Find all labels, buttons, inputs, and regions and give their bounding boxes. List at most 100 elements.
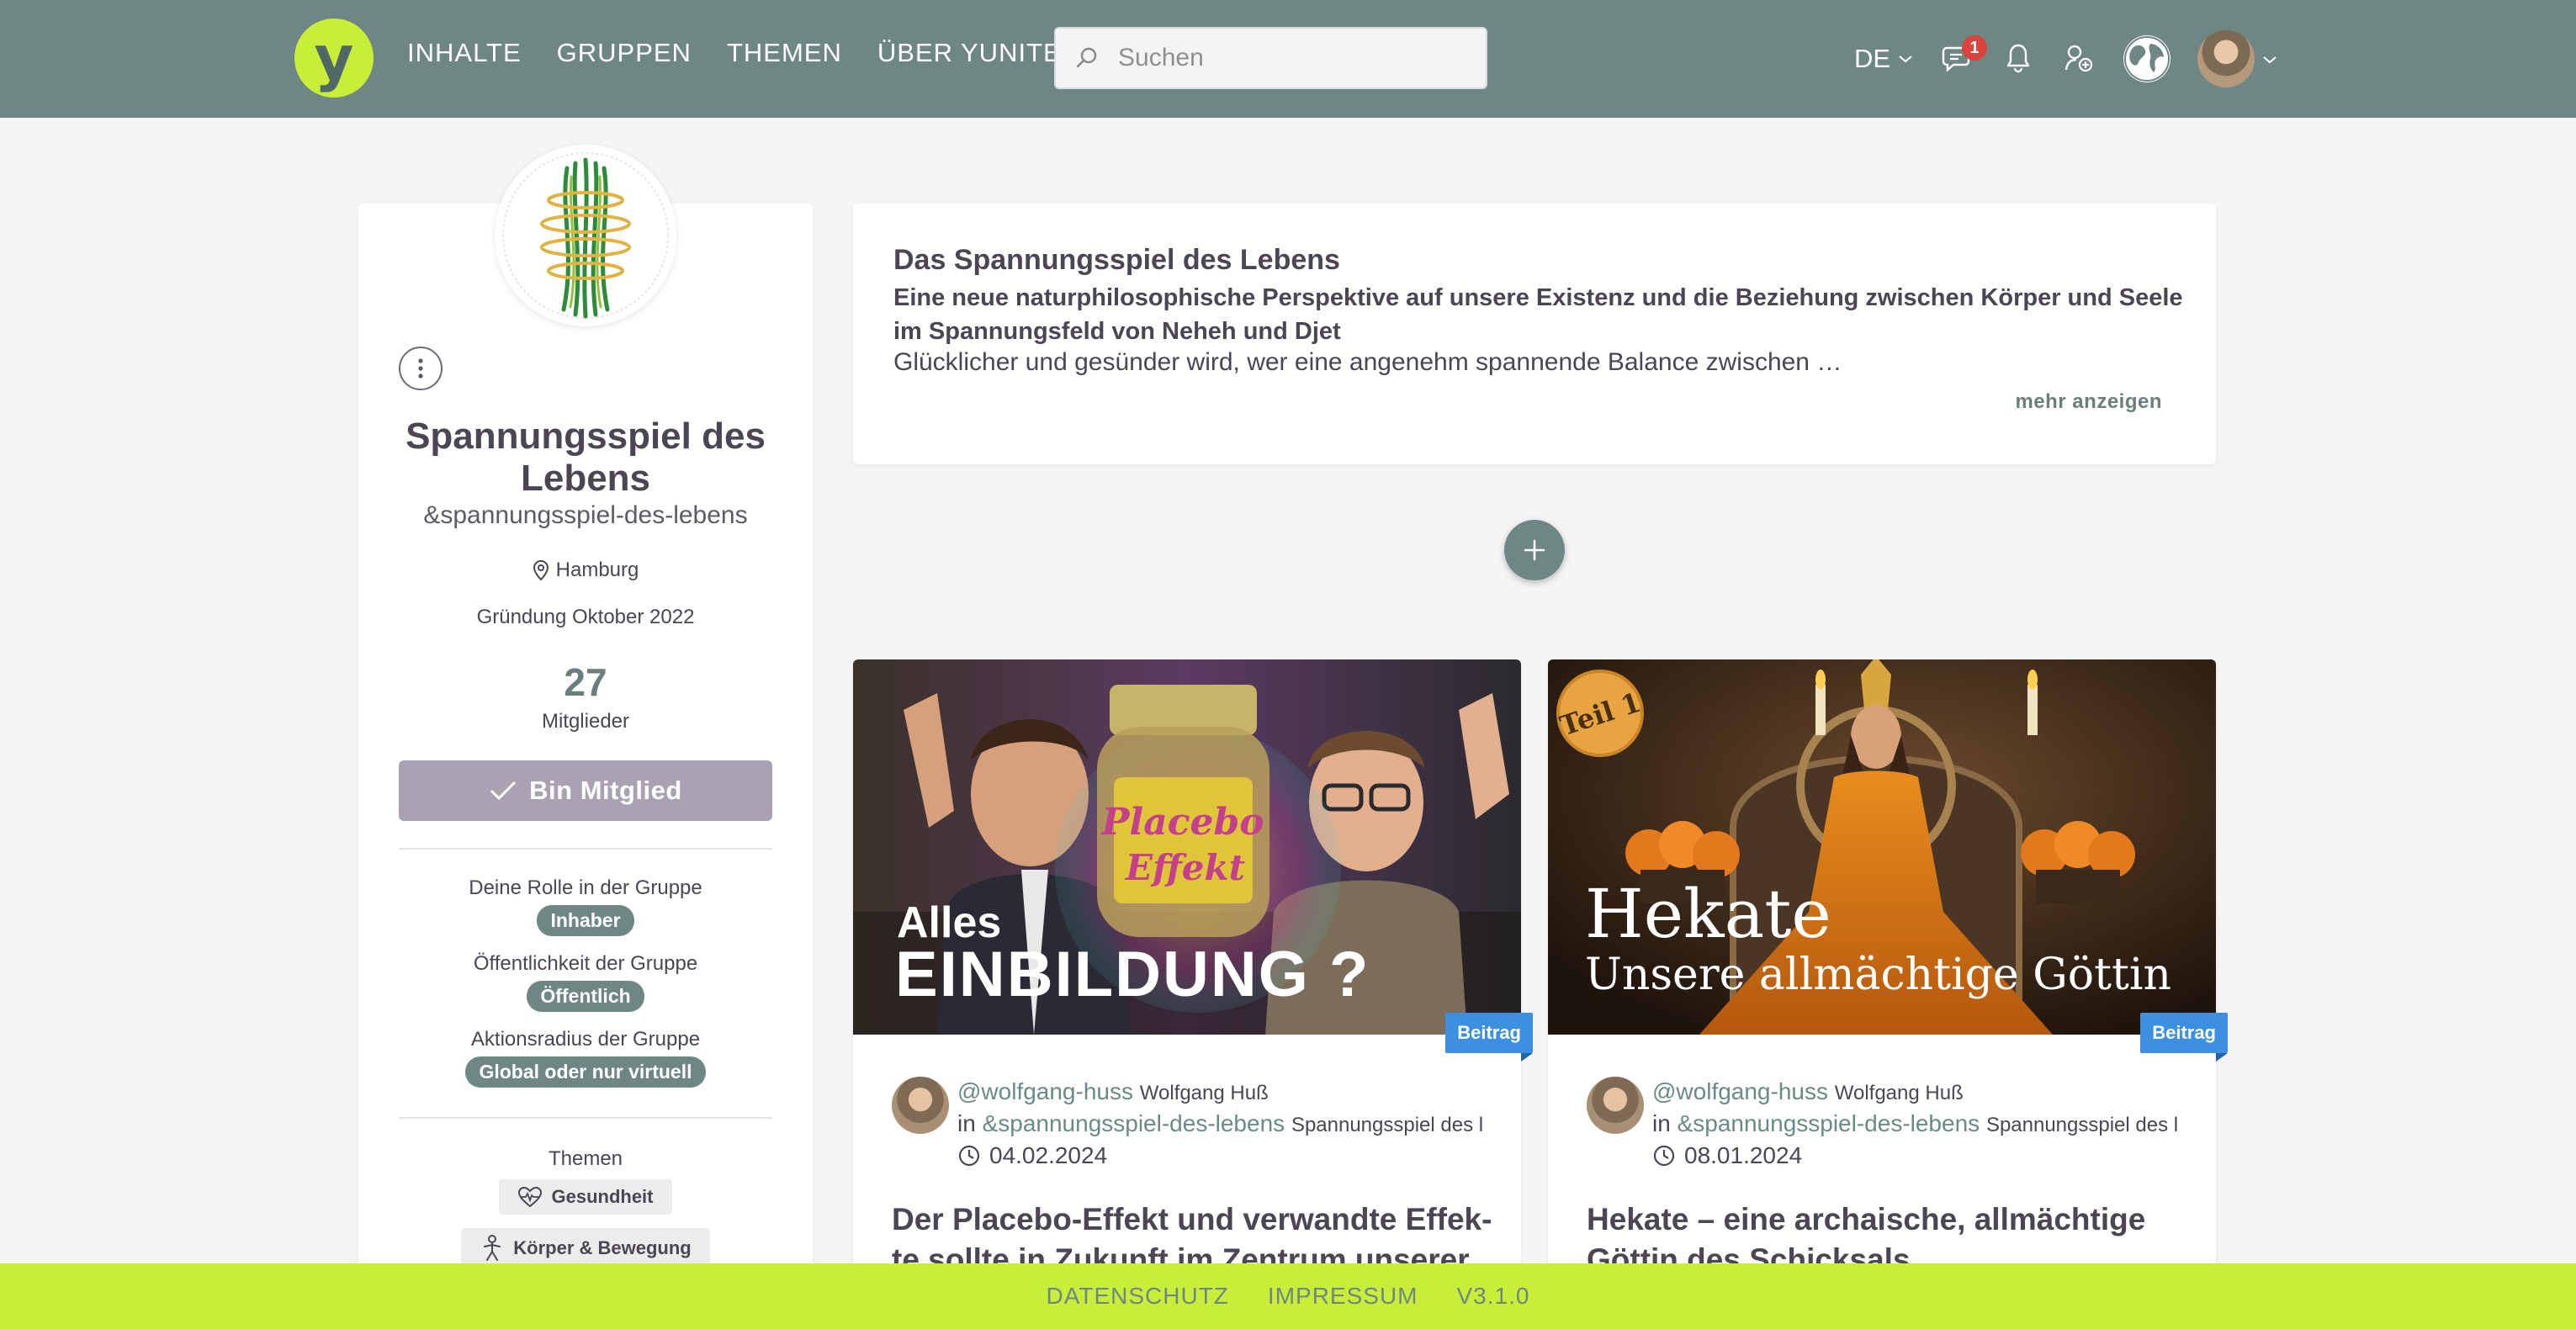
chat-badge: 1: [1962, 35, 1987, 61]
description-text: Glücklicher und gesünder wird, wer eine …: [893, 348, 1842, 376]
map-pin-icon: [533, 559, 549, 581]
image-headline-line1: Hekate: [1585, 875, 1831, 953]
group-logo: [495, 145, 676, 326]
image-headline-line2: EINBILDUNG ?: [895, 939, 1370, 1010]
footer-datenschutz-link[interactable]: DATENSCHUTZ: [1047, 1283, 1229, 1310]
nav-ueber-yunite[interactable]: ÜBER YUNITE: [877, 38, 1062, 68]
role-section: Deine Rolle in der Gruppe Inhaber: [358, 876, 813, 936]
topic-label: Körper & Bewegung: [513, 1237, 692, 1258]
footer-impressum-link[interactable]: IMPRESSUM: [1268, 1283, 1418, 1310]
role-badge: Inhaber: [537, 905, 634, 936]
post-image[interactable]: Placebo Effekt Alles EINBILDUNG ?: [853, 659, 1521, 1035]
post-image-graphic: Teil 1 Hekate Unsere allmächtige Göttin: [1548, 659, 2216, 1035]
divider: [399, 848, 772, 850]
logo-letter: y: [314, 23, 354, 93]
author-avatar[interactable]: [892, 1077, 949, 1134]
check-icon: [490, 781, 517, 801]
author-handle[interactable]: @wolfgang-huss: [957, 1078, 1133, 1104]
visibility-label: Öffentlichkeit der Gruppe: [473, 952, 698, 975]
membership-button[interactable]: Bin Mitglied: [399, 760, 772, 821]
post-type-badge: Beitrag: [1445, 1013, 1533, 1062]
topic-label: Gesundheit: [551, 1186, 654, 1207]
search-box[interactable]: [1054, 27, 1487, 89]
author-name: Wolfgang Huß: [1834, 1082, 1964, 1104]
user-avatar[interactable]: [2197, 30, 2255, 87]
group-menu-button[interactable]: [399, 347, 443, 390]
topics-label: Themen: [548, 1147, 623, 1170]
clock-icon: [1653, 1145, 1675, 1167]
post-image-graphic: Placebo Effekt Alles EINBILDUNG ?: [853, 659, 1521, 1035]
add-post-button[interactable]: [1504, 520, 1565, 580]
show-more-link[interactable]: mehr anzeigen: [2015, 390, 2162, 414]
bell-icon: [2006, 44, 2030, 73]
topic-tag-row: Körper & Bewegung: [358, 1228, 813, 1268]
top-navbar: y INHALTE GRUPPEN THEMEN ÜBER YUNITE DE …: [0, 0, 2576, 118]
yunite-logo[interactable]: y: [294, 19, 374, 98]
group-line: in &spannungsspiel-des-lebens Spannungss…: [957, 1110, 1483, 1137]
nav-gruppen[interactable]: GRUPPEN: [557, 38, 692, 68]
author-line: @wolfgang-huss Wolfgang Huß: [1652, 1078, 1964, 1105]
role-label: Deine Rolle in der Gruppe: [469, 876, 702, 899]
chevron-down-icon[interactable]: [2261, 54, 2278, 66]
description-subtitle: Eine neue naturphilosophische Perspektiv…: [893, 284, 2183, 345]
location-label: Hamburg: [555, 559, 639, 581]
group-line: in &spannungsspiel-des-lebens Spannungss…: [1652, 1110, 2178, 1137]
member-count: 27: [564, 660, 607, 704]
radius-label: Aktionsradius der Gruppe: [470, 1028, 701, 1051]
notifications-button[interactable]: [1997, 37, 2039, 79]
globe-icon[interactable]: [2123, 35, 2171, 82]
author-name: Wolfgang Huß: [1139, 1082, 1269, 1104]
topic-tag-gesundheit[interactable]: Gesundheit: [499, 1179, 672, 1215]
chevron-down-icon: [1899, 56, 1912, 63]
add-user-button[interactable]: [2058, 37, 2100, 79]
jar-label-line1: Placebo: [1100, 801, 1264, 844]
footer-version: V3.1.0: [1456, 1283, 1530, 1309]
globe-graphic: [2124, 36, 2170, 82]
footer-bar: DATENSCHUTZ IMPRESSUM V3.1.0: [0, 1263, 2576, 1329]
main-nav: INHALTE GRUPPEN THEMEN ÜBER YUNITE: [407, 38, 1062, 68]
group-name: Spannungsspiel des Lebens: [405, 416, 766, 499]
search-icon: [1076, 47, 1097, 68]
in-prefix: in: [957, 1110, 976, 1136]
membership-label: Bin Mitglied: [529, 776, 682, 805]
image-headline-line2: Unsere allmächtige Göttin: [1585, 950, 2171, 1000]
topic-tag-row: Gesundheit: [358, 1179, 813, 1215]
group-logo-graphic: [502, 152, 669, 319]
clock-icon: [958, 1145, 980, 1167]
post-date-line: 04.02.2024: [957, 1142, 1107, 1169]
post-card[interactable]: Placebo Effekt Alles EINBILDUNG ? Beitra…: [853, 659, 1533, 1329]
member-count-label: Mitglieder: [541, 710, 630, 733]
author-avatar[interactable]: [1587, 1077, 1644, 1134]
post-group-slug[interactable]: &spannungsspiel-des-lebens: [1678, 1110, 1980, 1136]
post-group-name: Spannungsspiel des l: [1291, 1114, 1484, 1136]
post-date: 08.01.2024: [1684, 1142, 1803, 1168]
nav-inhalte[interactable]: INHALTE: [407, 38, 522, 68]
group-description-card: Das Spannungsspiel des Lebens Eine neue …: [853, 204, 2216, 464]
visibility-badge: Öffentlich: [527, 981, 644, 1012]
in-prefix: in: [1652, 1110, 1671, 1136]
author-handle[interactable]: @wolfgang-huss: [1652, 1078, 1828, 1104]
post-date-line: 08.01.2024: [1652, 1142, 1802, 1169]
jar-label-line2: Effekt: [1125, 847, 1245, 888]
visibility-section: Öffentlichkeit der Gruppe Öffentlich: [358, 952, 813, 1012]
language-switch[interactable]: DE: [1854, 30, 1914, 87]
search-input[interactable]: [1118, 44, 1455, 72]
body-icon: [484, 1235, 501, 1261]
description-title: Das Spannungsspiel des Lebens: [893, 244, 1340, 276]
post-group-slug[interactable]: &spannungsspiel-des-lebens: [983, 1110, 1285, 1136]
radius-section: Aktionsradius der Gruppe Global oder nur…: [358, 1028, 813, 1088]
post-card[interactable]: Teil 1 Hekate Unsere allmächtige Göttin …: [1548, 659, 2228, 1329]
post-image[interactable]: Teil 1 Hekate Unsere allmächtige Göttin: [1548, 659, 2216, 1035]
post-group-name: Spannungsspiel des l: [1985, 1114, 2179, 1136]
heart-pulse-icon: [518, 1186, 543, 1208]
nav-themen[interactable]: THEMEN: [727, 38, 842, 68]
group-slug: &spannungsspiel-des-lebens: [423, 501, 748, 529]
topic-tag-koerper-bewegung[interactable]: Körper & Bewegung: [461, 1228, 710, 1268]
more-vertical-icon: [418, 358, 423, 379]
post-date: 04.02.2024: [989, 1142, 1108, 1168]
divider: [399, 1117, 772, 1119]
author-line: @wolfgang-huss Wolfgang Huß: [957, 1078, 1269, 1105]
post-type-badge: Beitrag: [2140, 1013, 2228, 1062]
founded-label: Gründung Oktober 2022: [476, 606, 695, 628]
group-location: Hamburg: [358, 559, 813, 582]
